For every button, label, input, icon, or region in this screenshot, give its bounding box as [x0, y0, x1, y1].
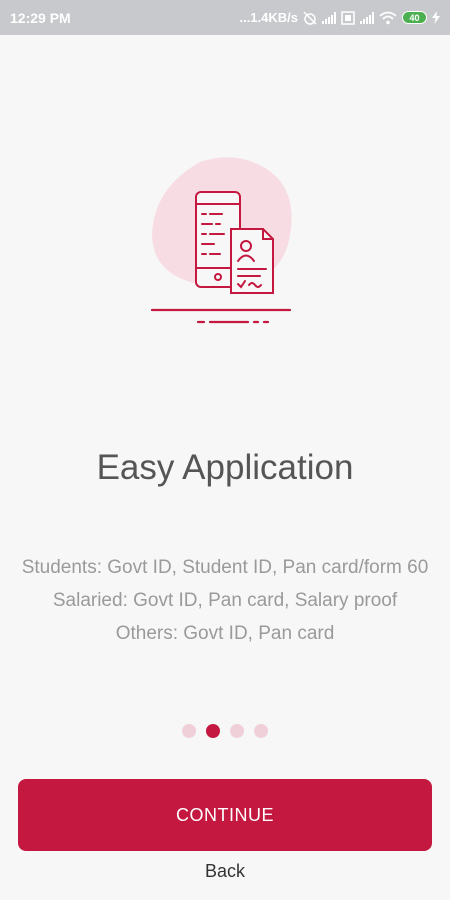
requirements-students: Students: Govt ID, Student ID, Pan card/…	[21, 557, 429, 578]
page-dot-1[interactable]	[182, 724, 196, 738]
page-indicator	[0, 724, 450, 738]
alarm-off-icon	[303, 10, 317, 25]
phone-with-id-document-icon	[150, 157, 292, 324]
volte-icon	[341, 10, 355, 25]
page-dot-3[interactable]	[230, 724, 244, 738]
continue-button[interactable]: CONTINUE	[18, 779, 432, 851]
wifi-icon	[379, 11, 397, 24]
battery-level: 40	[409, 12, 420, 23]
requirements-salaried: Salaried: Govt ID, Pan card, Salary proo…	[52, 590, 398, 611]
charging-icon	[432, 11, 440, 24]
page-title: Easy Application	[96, 448, 354, 487]
network-speed: ...1.4KB/s	[239, 10, 298, 25]
signal-icon-2	[360, 11, 374, 24]
page-dot-2[interactable]	[206, 724, 220, 738]
signal-icon	[322, 11, 336, 24]
requirements-list: Students: Govt ID, Student ID, Pan card/…	[0, 551, 450, 650]
status-icons: ...1.4KB/s 40	[239, 10, 440, 25]
battery-icon: 40	[402, 11, 427, 24]
status-time: 12:29 PM	[10, 9, 71, 26]
requirements-others: Others: Govt ID, Pan card	[115, 623, 335, 644]
back-link[interactable]: Back	[0, 861, 450, 882]
status-bar: 12:29 PM ...1.4KB/s 40	[0, 0, 450, 35]
page-dot-4[interactable]	[254, 724, 268, 738]
